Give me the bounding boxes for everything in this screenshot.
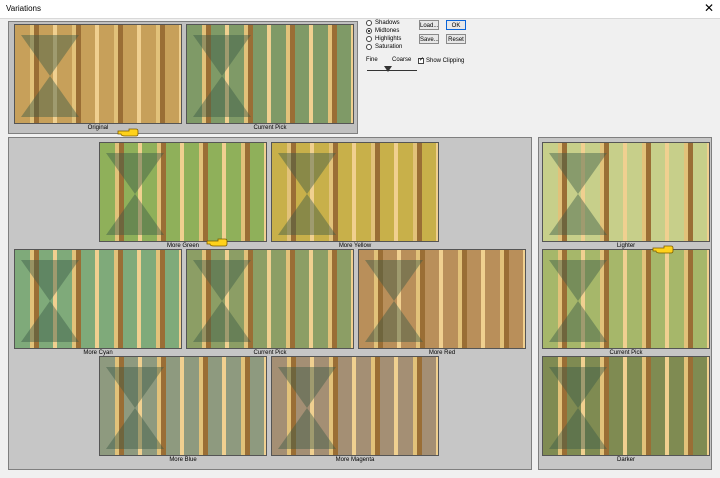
close-icon[interactable]: ✕	[704, 2, 714, 14]
decorative-diamond	[106, 153, 164, 235]
decorative-diamond	[549, 153, 607, 235]
tone-option-label: Shadows	[375, 20, 400, 26]
ok-button[interactable]: OK	[446, 20, 466, 30]
tone-option-label: Saturation	[375, 44, 403, 50]
variation-thumbnail[interactable]	[358, 249, 526, 349]
decorative-diamond	[106, 367, 164, 449]
variation-thumbnail[interactable]	[186, 24, 354, 124]
variation-caption: More Magenta	[335, 457, 375, 463]
tone-option-label: Midtones	[375, 28, 400, 34]
variation-caption: Current Pick	[253, 125, 287, 131]
window-title: Variations	[6, 4, 41, 13]
pointing-hand-icon	[652, 243, 674, 255]
variation-thumbnail[interactable]	[271, 142, 439, 242]
coarse-label: Coarse	[392, 57, 412, 63]
variation-thumbnail[interactable]	[14, 24, 182, 124]
variation-thumbnail[interactable]	[99, 142, 267, 242]
variation-thumbnail[interactable]	[542, 142, 710, 242]
pointing-hand-icon	[206, 236, 228, 248]
variation-caption: Original	[87, 125, 109, 131]
variation-caption: More Blue	[169, 457, 197, 463]
radio-button[interactable]	[366, 36, 372, 42]
tone-option[interactable]: Saturation	[366, 44, 402, 50]
tone-option-label: Highlights	[375, 36, 402, 42]
variation-thumbnail[interactable]	[99, 356, 267, 456]
decorative-diamond	[549, 367, 607, 449]
save-button[interactable]: Save...	[419, 34, 439, 44]
tone-option[interactable]: Midtones	[366, 28, 399, 34]
load-button[interactable]: Load...	[419, 20, 439, 30]
title-bar: Variations ✕	[0, 0, 720, 19]
decorative-diamond	[193, 35, 251, 117]
radio-button[interactable]	[366, 44, 372, 50]
decorative-diamond	[21, 260, 79, 342]
tone-option[interactable]: Highlights	[366, 36, 401, 42]
coarseness-slider[interactable]	[367, 64, 417, 71]
reset-button[interactable]: Reset	[446, 34, 466, 44]
slider-thumb[interactable]	[384, 66, 392, 72]
show-clipping-checkbox[interactable]	[418, 56, 424, 64]
show-clipping-label: Show Clipping	[426, 58, 465, 64]
variation-thumbnail[interactable]	[14, 249, 182, 349]
variation-caption: Darker	[616, 457, 635, 463]
decorative-diamond	[278, 153, 336, 235]
radio-button[interactable]	[366, 28, 372, 34]
variation-thumbnail[interactable]	[542, 356, 710, 456]
pointing-hand-icon	[117, 126, 139, 138]
decorative-diamond	[365, 260, 423, 342]
decorative-diamond	[21, 35, 79, 117]
decorative-diamond	[549, 260, 607, 342]
variation-thumbnail[interactable]	[186, 249, 354, 349]
fine-label: Fine	[366, 57, 378, 63]
decorative-diamond	[193, 260, 251, 342]
decorative-diamond	[278, 367, 336, 449]
radio-button[interactable]	[366, 20, 372, 26]
tone-option[interactable]: Shadows	[366, 20, 400, 26]
variation-thumbnail[interactable]	[542, 249, 710, 349]
variation-thumbnail[interactable]	[271, 356, 439, 456]
